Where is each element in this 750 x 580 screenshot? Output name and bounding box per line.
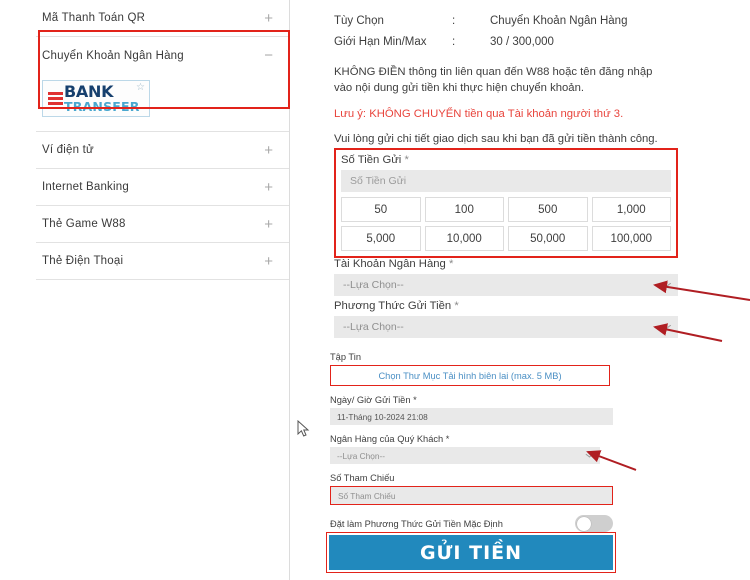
required-mark: * — [404, 154, 409, 166]
bank-account-label: Tài Khoản Ngân Hàng * — [334, 258, 678, 270]
info-key: Giới Hạn Min/Max — [334, 35, 427, 48]
sidebar-item-label: Chuyển Khoản Ngân Hàng — [42, 49, 184, 62]
default-method-label: Đặt làm Phương Thức Gửi Tiền Mặc Định — [330, 518, 503, 529]
minus-icon[interactable]: − — [264, 48, 285, 63]
sidebar-item-label: Internet Banking — [42, 181, 129, 193]
bank-transfer-logo-text: BANK TRANSFER — [64, 81, 140, 114]
sidebar-item-bank-transfer[interactable]: Chuyển Khoản Ngân Hàng − — [36, 37, 289, 74]
sidebar-item-label: Mã Thanh Toán QR — [42, 12, 146, 24]
deposit-method-label-text: Phương Thức Gửi Tiền — [334, 300, 452, 312]
bank-transfer-logo-card[interactable]: BANK TRANSFER ☆ — [42, 80, 150, 117]
sidebar-item-ewallet[interactable]: Ví điện tử + — [36, 132, 289, 169]
required-mark: * — [448, 258, 454, 270]
plus-icon[interactable]: + — [264, 180, 285, 195]
datetime-value: 11-Tháng 10-2024 21:08 — [337, 411, 428, 422]
bank-account-block: Tài Khoản Ngân Hàng * --Lựa Chọn-- — [334, 258, 678, 296]
sidebar-item-label: Thẻ Game W88 — [42, 218, 126, 230]
sidebar-item-bank-transfer-group: Chuyển Khoản Ngân Hàng − BANK TRANSFER ☆ — [36, 37, 289, 132]
quick-amount-button[interactable]: 50 — [341, 197, 421, 222]
sidebar-item-game-card[interactable]: Thẻ Game W88 + — [36, 206, 289, 243]
deposit-amount-label: Số Tiền Gửi * — [341, 154, 671, 166]
logo-secondary-text: TRANSFER — [64, 98, 140, 114]
quick-amount-button[interactable]: 500 — [508, 197, 588, 222]
toggle-knob — [576, 516, 591, 531]
quick-amount-button[interactable]: 5,000 — [341, 226, 421, 251]
default-method-row: Đặt làm Phương Thức Gửi Tiền Mặc Định — [330, 515, 613, 532]
info-colon: : — [452, 14, 456, 27]
quick-amount-button[interactable]: 100 — [424, 197, 504, 222]
reference-input[interactable]: Số Tham Chiếu — [330, 486, 613, 505]
default-method-toggle[interactable] — [575, 515, 613, 532]
info-value: 30 / 300,000 — [490, 35, 554, 48]
info-colon: : — [452, 35, 456, 48]
sidebar-item-internet-banking[interactable]: Internet Banking + — [36, 169, 289, 206]
customer-bank-selected-value: --Lựa Chọn-- — [337, 450, 385, 461]
plus-icon[interactable]: + — [264, 217, 285, 232]
quick-amount-button[interactable]: 100,000 — [591, 226, 671, 251]
file-label: Tập Tin — [330, 352, 362, 362]
customer-bank-select[interactable]: --Lựa Chọn-- — [330, 447, 600, 464]
star-icon: ☆ — [136, 82, 145, 93]
logo-primary-text: BANK — [64, 81, 114, 101]
chevron-down-icon — [659, 279, 672, 288]
note-primary: KHÔNG ĐIỀN thông tin liên quan đến W88 h… — [334, 66, 653, 95]
info-row-option: Tùy Chọn : Chuyển Khoản Ngân Hàng — [334, 10, 722, 31]
deposit-form-panel: Tùy Chọn : Chuyển Khoản Ngân Hàng Giới H… — [322, 0, 722, 580]
customer-bank-label: Ngân Hàng của Quý Khách * — [330, 434, 630, 444]
reference-label: Số Tham Chiếu — [330, 473, 395, 483]
required-mark: * — [413, 395, 417, 405]
quick-amount-button[interactable]: 1,000 — [591, 197, 671, 222]
datetime-label: Ngày/ Giờ Gửi Tiền * — [330, 395, 630, 405]
plus-icon[interactable]: + — [264, 143, 285, 158]
quick-amount-button[interactable]: 10,000 — [424, 226, 504, 251]
sidebar-item-label: Ví điện tử — [42, 144, 94, 156]
payment-method-sidebar: Mã Thanh Toán QR + Chuyển Khoản Ngân Hàn… — [36, 0, 290, 580]
quick-amount-button[interactable]: 50,000 — [508, 226, 588, 251]
info-key: Tùy Chọn — [334, 14, 384, 27]
plus-icon[interactable]: + — [264, 254, 285, 269]
note-footer: Vui lòng gửi chi tiết giao dịch sau khi … — [334, 133, 658, 146]
deposit-method-label: Phương Thức Gửi Tiền * — [334, 300, 678, 312]
note-warning: Lưu ý: KHÔNG CHUYỂN tiền qua Tài khoản n… — [334, 107, 624, 120]
info-row-limit: Giới Hạn Min/Max : 30 / 300,000 — [334, 31, 722, 52]
deposit-method-block: Phương Thức Gửi Tiền * --Lựa Chọn-- — [334, 300, 678, 338]
deposit-amount-input[interactable]: Số Tiền Gửi — [341, 170, 671, 192]
deposit-page: Mã Thanh Toán QR + Chuyển Khoản Ngân Hàn… — [0, 0, 750, 580]
plus-icon[interactable]: + — [264, 11, 285, 26]
bank-account-selected-value: --Lựa Chọn-- — [343, 279, 404, 291]
reference-placeholder: Số Tham Chiếu — [338, 490, 396, 501]
bank-account-select[interactable]: --Lựa Chọn-- — [334, 274, 678, 296]
bank-transfer-logo-wrap: BANK TRANSFER ☆ — [36, 74, 289, 131]
required-mark: * — [445, 434, 450, 444]
mouse-cursor — [297, 420, 310, 437]
quick-amount-grid: 50 100 500 1,000 5,000 10,000 50,000 100… — [341, 197, 671, 251]
deposit-amount-placeholder: Số Tiền Gửi — [350, 175, 407, 187]
receipt-details-form: Tập Tin Chọn Thư Mục Tải hình biên lai (… — [330, 352, 630, 532]
chevron-down-icon — [659, 321, 672, 330]
submit-annotation-box: GỬI TIỀN — [326, 532, 616, 573]
datetime-input[interactable]: 11-Tháng 10-2024 21:08 — [330, 408, 613, 425]
datetime-label-text: Ngày/ Giờ Gửi Tiền — [330, 395, 411, 405]
bank-account-label-text: Tài Khoản Ngân Hàng — [334, 258, 446, 270]
submit-deposit-button[interactable]: GỬI TIỀN — [329, 535, 613, 570]
deposit-method-selected-value: --Lựa Chọn-- — [343, 321, 404, 333]
chevron-down-icon — [585, 450, 594, 458]
sidebar-item-phone-card[interactable]: Thẻ Điện Thoại + — [36, 243, 289, 280]
sidebar-item-label: Thẻ Điện Thoại — [42, 255, 124, 267]
file-upload-button[interactable]: Chọn Thư Mục Tải hình biên lai (max. 5 M… — [330, 365, 610, 386]
stripes-icon — [48, 92, 63, 105]
deposit-method-select[interactable]: --Lựa Chọn-- — [334, 316, 678, 338]
required-mark: * — [454, 300, 459, 312]
sidebar-item-qr-code[interactable]: Mã Thanh Toán QR + — [36, 0, 289, 37]
deposit-amount-label-text: Số Tiền Gửi — [341, 154, 402, 166]
customer-bank-label-text: Ngân Hàng của Quý Khách — [330, 434, 444, 444]
info-value: Chuyển Khoản Ngân Hàng — [490, 14, 628, 27]
deposit-amount-group: Số Tiền Gửi * Số Tiền Gửi 50 100 500 1,0… — [334, 148, 678, 258]
